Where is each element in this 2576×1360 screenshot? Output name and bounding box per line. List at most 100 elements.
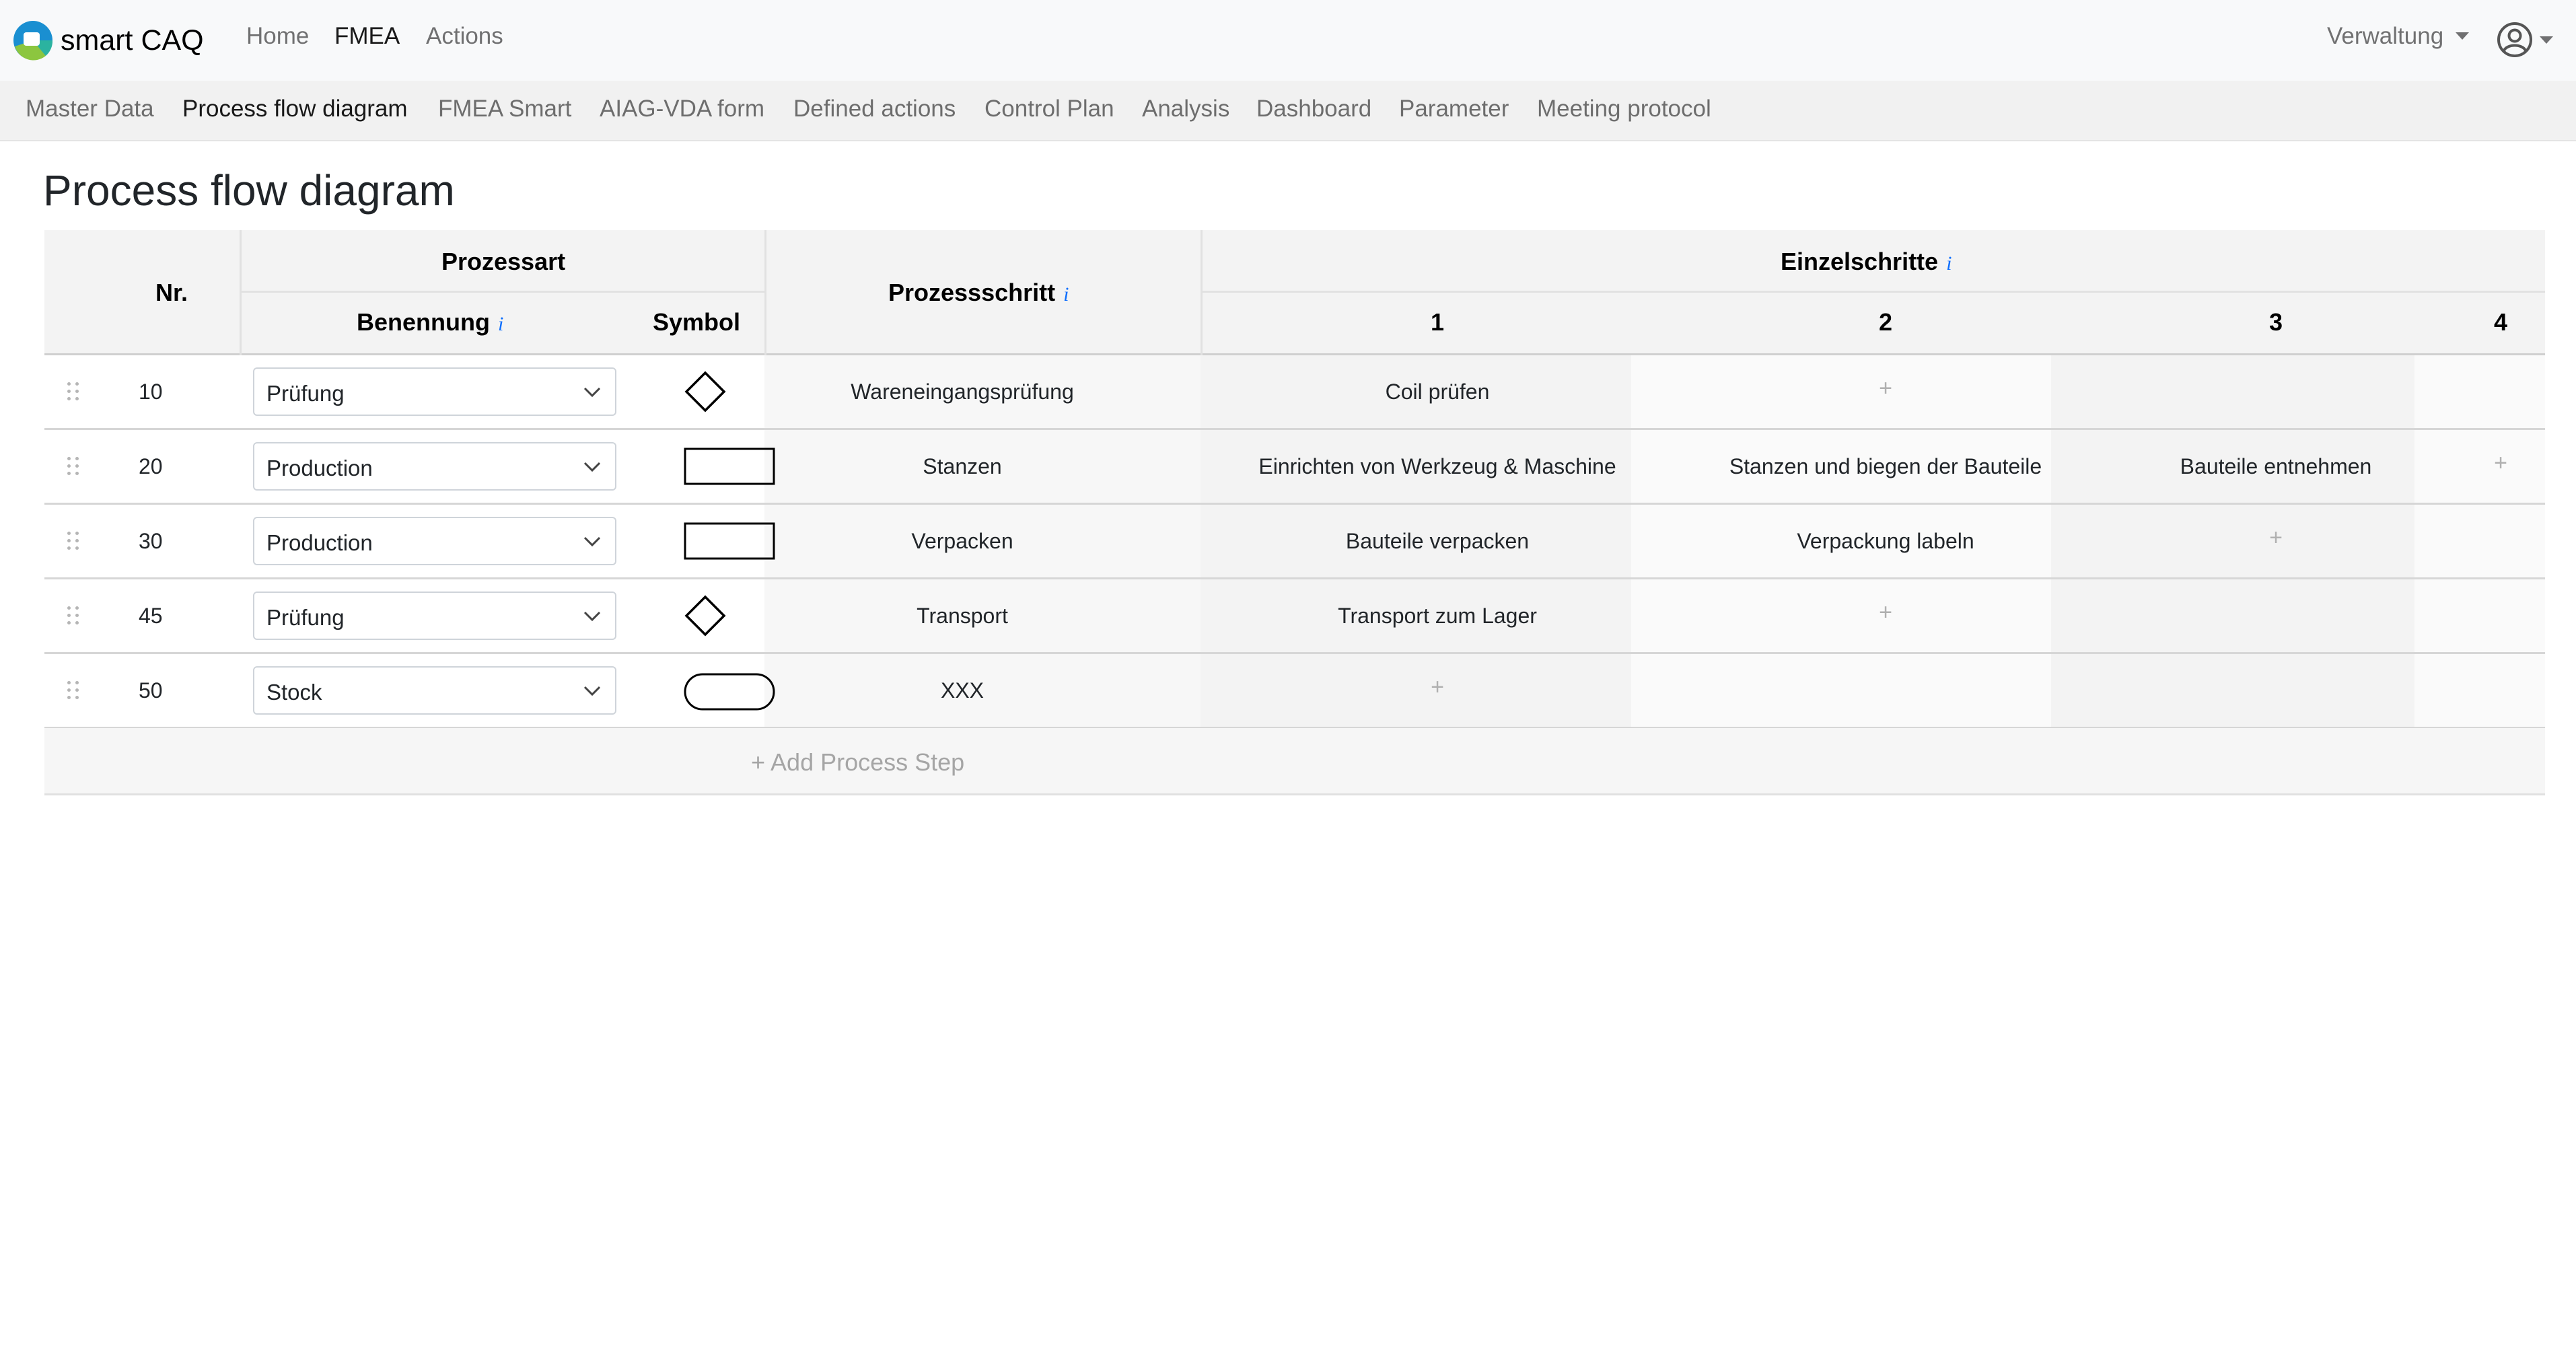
smart-caq-logo-icon — [13, 21, 53, 61]
einzelschritt-cell[interactable]: Bauteile verpacken — [1346, 529, 1529, 554]
header-symbol: Symbol — [653, 308, 741, 336]
subnav-defined-actions[interactable]: Defined actions — [793, 96, 956, 122]
table-row: 30 Production Verpacken Bauteile verpacken V… — [44, 505, 2545, 579]
benennung-select[interactable]: Prüfung — [253, 367, 616, 416]
nav-actions[interactable]: Actions — [426, 23, 503, 50]
table-row: 50 Stock XXX + — [44, 654, 2545, 729]
einzelschritt-cell[interactable]: Coil prüfen — [1386, 380, 1490, 404]
row-number: 45 — [139, 604, 163, 628]
chevron-down-icon — [583, 611, 601, 622]
header-divider — [1201, 291, 2545, 293]
einzelschritt-cell[interactable]: Einrichten von Werkzeug & Maschine — [1258, 454, 1616, 479]
add-process-step-button[interactable]: + Add Process Step — [751, 748, 964, 777]
add-step-button[interactable]: + — [1879, 600, 1892, 626]
benennung-select[interactable]: Prüfung — [253, 592, 616, 640]
subnav-analysis[interactable]: Analysis — [1142, 96, 1229, 122]
prozessschritt-cell[interactable]: Verpacken — [911, 529, 1013, 554]
drag-handle-icon[interactable] — [66, 605, 82, 627]
step-cell-bg — [1631, 654, 2051, 727]
rectangle-symbol-icon — [684, 522, 775, 563]
brand[interactable]: smart CAQ — [12, 19, 204, 62]
info-icon[interactable]: i — [1946, 252, 1952, 275]
step-cell-bg — [2051, 355, 2414, 428]
step-cell-bg — [2414, 654, 2545, 727]
brand-name: smart CAQ — [61, 24, 204, 57]
step-cell-bg — [2414, 505, 2545, 577]
nav-fmea[interactable]: FMEA — [334, 23, 400, 50]
benennung-value: Production — [266, 456, 373, 480]
prozessschritt-cell[interactable]: Stanzen — [923, 454, 1001, 479]
user-circle-icon — [2497, 22, 2532, 57]
prozessschritt-cell[interactable]: Wareneingangsprüfung — [851, 380, 1073, 404]
add-step-button[interactable]: + — [1431, 674, 1444, 701]
benennung-select[interactable]: Stock — [253, 666, 616, 715]
benennung-select[interactable]: Production — [253, 517, 616, 565]
subnav-parameter[interactable]: Parameter — [1399, 96, 1509, 122]
page-title: Process flow diagram — [43, 166, 455, 215]
user-menu-dropdown[interactable] — [2497, 22, 2553, 58]
admin-dropdown-label: Verwaltung — [2327, 23, 2444, 49]
subnav-aiag-vda-form[interactable]: AIAG-VDA form — [600, 96, 764, 122]
info-icon[interactable]: i — [1063, 283, 1069, 306]
benennung-select[interactable]: Production — [253, 442, 616, 491]
prozessschritt-cell[interactable]: Transport — [917, 604, 1008, 629]
table-row: 10 Prüfung Wareneingangsprüfung Coil prüfen… — [44, 355, 2545, 430]
einzelschritt-cell[interactable]: Bauteile entnehmen — [2180, 454, 2372, 479]
step-cell-bg — [1201, 654, 1631, 727]
subnav-fmea-smart[interactable]: FMEA Smart — [438, 96, 571, 122]
einzelschritt-cell[interactable]: Stanzen und biegen der Bauteile — [1729, 454, 2042, 479]
step-cell-bg — [2051, 579, 2414, 652]
drag-handle-icon[interactable] — [66, 456, 82, 477]
add-step-button[interactable]: + — [2269, 525, 2283, 551]
chevron-down-icon — [583, 462, 601, 472]
chevron-down-icon — [2456, 32, 2470, 40]
subnav-master-data[interactable]: Master Data — [26, 96, 154, 122]
process-flow-table: Nr. Prozessart Benennung i Symbol Prozess… — [44, 230, 2545, 795]
header-prozessschritt: Prozessschritt i — [888, 279, 1069, 306]
rectangle-symbol-icon — [684, 448, 775, 489]
step-cell-bg — [2051, 505, 2414, 577]
row-number: 50 — [139, 678, 163, 703]
table-header — [44, 230, 2545, 355]
chevron-down-icon — [583, 536, 601, 547]
subnav-meeting-protocol[interactable]: Meeting protocol — [1537, 96, 1711, 122]
diamond-symbol-icon — [684, 370, 727, 417]
prozessschritt-cell[interactable]: XXX — [941, 678, 984, 703]
drag-handle-icon[interactable] — [66, 381, 82, 402]
nav-home[interactable]: Home — [246, 23, 309, 50]
step-cell-bg — [1631, 579, 2051, 652]
add-process-step-row: + Add Process Step — [44, 728, 2545, 795]
einzelschritt-cell[interactable]: Verpackung labeln — [1797, 529, 1974, 554]
step-cell-bg — [2414, 430, 2545, 503]
header-prozessart: Prozessart — [441, 248, 566, 275]
subnav-control-plan[interactable]: Control Plan — [985, 96, 1114, 122]
add-step-button[interactable]: + — [2494, 450, 2507, 476]
header-einzelschritte: Einzelschritte i — [1781, 248, 1952, 275]
header-divider — [241, 291, 766, 293]
row-number: 10 — [139, 380, 163, 404]
top-navbar: smart CAQ Home FMEA Actions Verwaltung — [0, 0, 2576, 81]
header-step-1: 1 — [1431, 308, 1445, 336]
einzelschritt-cell[interactable]: Transport zum Lager — [1338, 604, 1537, 629]
info-icon[interactable]: i — [498, 313, 503, 335]
table-row: 45 Prüfung Transport Transport zum Lager + — [44, 579, 2545, 654]
add-step-button[interactable]: + — [1879, 375, 1892, 402]
benennung-value: Production — [266, 530, 373, 555]
header-nr: Nr. — [155, 279, 188, 306]
drag-handle-icon[interactable] — [66, 530, 82, 552]
chevron-down-icon — [583, 387, 601, 398]
header-vdivider — [240, 230, 242, 355]
subnav-dashboard[interactable]: Dashboard — [1256, 96, 1371, 122]
row-number: 30 — [139, 529, 163, 553]
header-step-4: 4 — [2494, 308, 2508, 336]
header-vdivider — [764, 230, 766, 355]
step-cell-bg — [2414, 355, 2545, 428]
drag-handle-icon[interactable] — [66, 680, 82, 701]
subnav-process-flow-diagram[interactable]: Process flow diagram — [182, 96, 408, 122]
benennung-value: Prüfung — [266, 381, 345, 406]
chevron-down-icon — [2540, 36, 2553, 44]
admin-dropdown[interactable]: Verwaltung — [2327, 23, 2470, 50]
step-cell-bg — [2414, 579, 2545, 652]
diamond-symbol-icon — [684, 594, 727, 641]
benennung-value: Stock — [266, 680, 322, 705]
